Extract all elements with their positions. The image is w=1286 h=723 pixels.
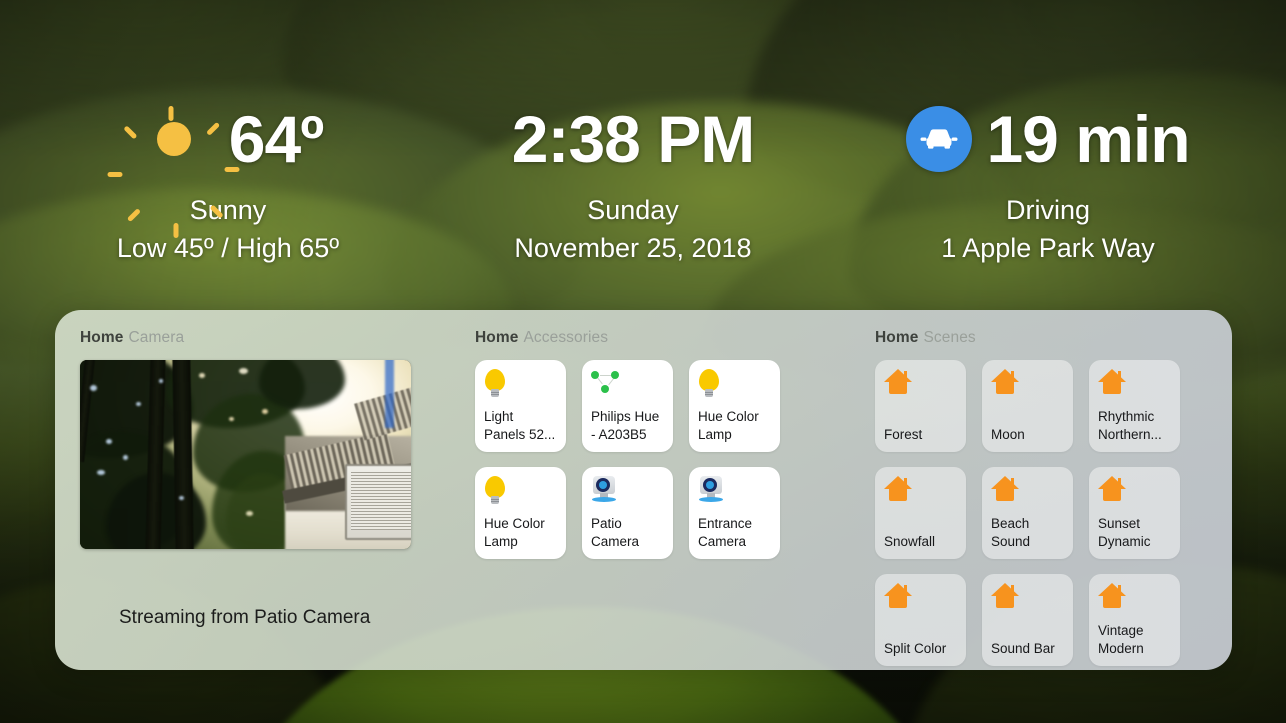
accessory-tile[interactable]: Philips Hue - A203B5 — [582, 360, 673, 452]
weather-temperature: 64º — [228, 102, 325, 176]
scene-tile[interactable]: Forest — [875, 360, 966, 452]
accessories-grid: Light Panels 52... Philips Hue - A203B5 — [475, 360, 805, 559]
driving-duration: 19 min — [986, 102, 1190, 176]
camera-sub-label: Camera — [128, 329, 185, 346]
accessory-tile[interactable]: Entrance Camera — [689, 467, 780, 559]
clock-widget[interactable]: 2:38 PM Sunday November 25, 2018 — [428, 96, 838, 266]
scene-label: Sound Bar — [991, 641, 1055, 657]
driving-widget[interactable]: 19 min Driving 1 Apple Park Way — [838, 96, 1258, 266]
sun-icon — [107, 98, 240, 238]
scene-tile[interactable]: Split Color — [875, 574, 966, 666]
accessory-label: Light Panels 52... — [484, 409, 556, 443]
camera-section: Home Camera Streaming from Patio Camera — [80, 329, 480, 628]
car-icon — [906, 106, 973, 172]
home-panel: Home Camera Streaming from Patio Camera … — [55, 310, 1232, 670]
scene-tile[interactable]: Moon — [982, 360, 1073, 452]
desktop-screen: 64º Sunny Low 45º / High 65º 2:38 PM Sun… — [0, 0, 1286, 723]
scene-tile[interactable]: Rhythmic Northern... — [1089, 360, 1180, 452]
camera-section-header: Home Camera — [80, 329, 480, 347]
scene-label: Moon — [991, 427, 1025, 443]
accessory-label: Hue Color Lamp — [484, 516, 545, 550]
bulb-icon — [484, 369, 557, 399]
accessory-label: Philips Hue - A203B5 — [591, 409, 660, 443]
bulb-icon — [484, 476, 557, 506]
scenes-grid: Forest Moon Rhythmic Northern... Snowfal… — [875, 360, 1215, 666]
house-icon — [884, 369, 957, 399]
clock-weekday: Sunday — [587, 195, 679, 225]
driving-mode: Driving — [1005, 195, 1091, 225]
scene-label: Forest — [884, 427, 923, 443]
house-icon — [1098, 369, 1171, 399]
scene-tile[interactable]: Vintage Modern — [1089, 574, 1180, 666]
accessories-section: Home Accessories Light Panels 52... Phil… — [475, 329, 805, 559]
weather-widget[interactable]: 64º Sunny Low 45º / High 65º — [28, 96, 428, 266]
weather-range: Low 45º / High 65º — [116, 232, 340, 263]
camera-icon — [698, 476, 771, 506]
house-icon — [884, 476, 957, 506]
accessory-label: Patio Camera — [591, 516, 640, 550]
scene-label: Sunset Dynamic — [1098, 516, 1151, 550]
scenes-home-label: Home — [875, 329, 919, 346]
accessory-tile[interactable]: Hue Color Lamp — [689, 360, 780, 452]
house-icon — [991, 476, 1064, 506]
accessories-sub-label: Accessories — [523, 329, 609, 346]
stream-status-label: Streaming from Patio Camera — [119, 607, 371, 628]
accessories-section-header: Home Accessories — [475, 329, 805, 347]
accessory-tile[interactable]: Patio Camera — [582, 467, 673, 559]
scene-tile[interactable]: Snowfall — [875, 467, 966, 559]
accessory-label: Hue Color Lamp — [698, 409, 759, 443]
bulb-icon — [698, 369, 771, 399]
scenes-section-header: Home Scenes — [875, 329, 1215, 347]
weather-condition: Sunny — [189, 195, 267, 225]
house-icon — [1098, 476, 1171, 506]
accessory-label: Entrance Camera — [698, 516, 753, 550]
house-icon — [991, 583, 1064, 613]
scenes-sub-label: Scenes — [923, 329, 976, 346]
house-icon — [884, 583, 957, 613]
scene-label: Rhythmic Northern... — [1098, 409, 1162, 443]
accessory-tile[interactable]: Hue Color Lamp — [475, 467, 566, 559]
clock-date: November 25, 2018 — [514, 232, 752, 263]
scene-tile[interactable]: Beach Sound — [982, 467, 1073, 559]
accessory-tile[interactable]: Light Panels 52... — [475, 360, 566, 452]
scene-label: Vintage Modern — [1098, 623, 1144, 657]
camera-icon — [591, 476, 664, 506]
scene-tile[interactable]: Sound Bar — [982, 574, 1073, 666]
clock-time: 2:38 PM — [511, 102, 755, 176]
house-icon — [991, 369, 1064, 399]
scene-label: Beach Sound — [991, 516, 1031, 550]
scene-label: Split Color — [884, 641, 947, 657]
camera-feed[interactable] — [80, 360, 411, 549]
scene-label: Snowfall — [884, 534, 936, 550]
accessories-home-label: Home — [475, 329, 519, 346]
house-icon — [1098, 583, 1171, 613]
driving-destination: 1 Apple Park Way — [941, 232, 1155, 263]
hue-bridge-icon — [591, 369, 664, 399]
scene-tile[interactable]: Sunset Dynamic — [1089, 467, 1180, 559]
status-widgets: 64º Sunny Low 45º / High 65º 2:38 PM Sun… — [0, 96, 1286, 266]
scenes-section: Home Scenes Forest Moon Rhythmic Norther… — [875, 329, 1215, 666]
camera-home-label: Home — [80, 329, 124, 346]
